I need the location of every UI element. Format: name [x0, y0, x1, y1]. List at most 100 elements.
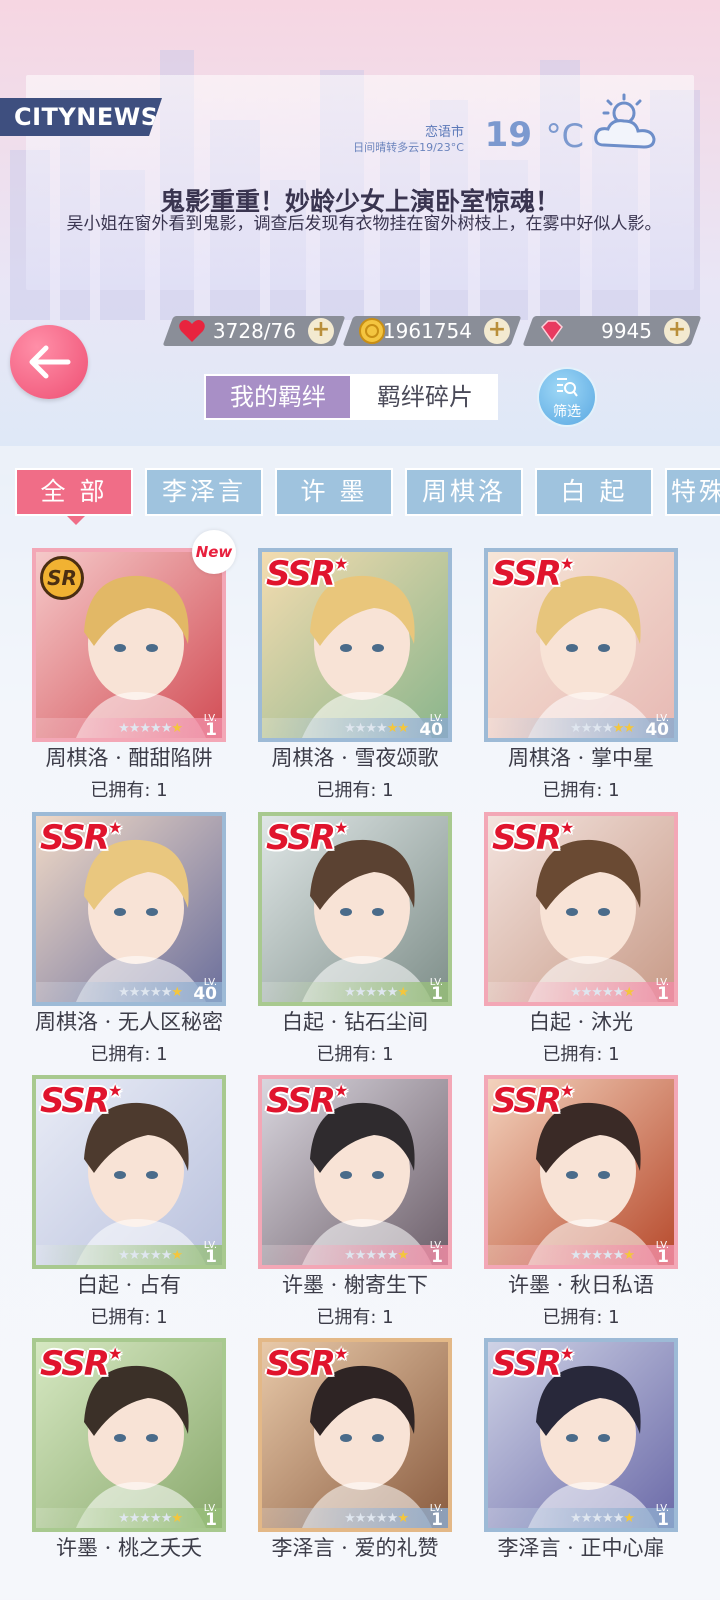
- card-name: 周棋洛 · 无人区秘密: [34, 1010, 224, 1034]
- tab-my-bonds[interactable]: 我的羁绊: [204, 374, 352, 420]
- ssr-label: SSR: [492, 554, 562, 594]
- star-icon: ★: [570, 1511, 582, 1526]
- tab-li-zeyan[interactable]: 李泽言: [145, 468, 263, 516]
- gold-coin-icon: [359, 318, 385, 344]
- star-icon: ★: [559, 818, 574, 837]
- star-icon: ★: [171, 985, 183, 1000]
- ssr-badge: SSR★: [40, 818, 122, 858]
- star-icon: ★: [160, 1248, 173, 1263]
- star-rating: ★★★★★★: [570, 1511, 635, 1526]
- weather-widget: 恋语市 日间晴转多云19/23°C 19 °C: [342, 93, 662, 163]
- character-card[interactable]: SSR★ ★★★★★★ LV. 1: [484, 1075, 678, 1269]
- card-name: 李泽言 · 正中心扉: [497, 1536, 665, 1560]
- star-icon: ★: [128, 985, 141, 1000]
- star-icon: ★: [160, 721, 173, 736]
- star-icon: ★: [376, 1511, 388, 1526]
- star-icon: ★: [376, 985, 388, 1000]
- tab-all[interactable]: 全 部: [15, 468, 133, 525]
- star-rating: ★★★★★★: [344, 1511, 409, 1526]
- star-icon: ★: [386, 721, 399, 736]
- tab-special[interactable]: 特殊: [665, 468, 720, 516]
- owned-count: 已拥有: 1: [90, 1307, 168, 1328]
- star-icon: ★: [118, 721, 130, 736]
- star-icon: ★: [171, 721, 183, 736]
- ssr-label: SSR: [40, 818, 110, 858]
- tab-zhou-qiluo[interactable]: 周棋洛: [405, 468, 523, 516]
- star-icon: ★: [397, 1248, 409, 1263]
- character-card[interactable]: SSR★ ★★★★★★ LV. 1: [258, 812, 452, 1006]
- star-icon: ★: [570, 1248, 582, 1263]
- star-icon: ★: [386, 985, 399, 1000]
- star-icon: ★: [118, 1511, 130, 1526]
- star-icon: ★: [623, 985, 635, 1000]
- character-card[interactable]: SR New ★★★★★★ LV. 1: [32, 530, 236, 742]
- character-card[interactable]: SSR★ ★★★★★★ LV. 1: [32, 1338, 226, 1532]
- star-icon: ★: [107, 1344, 122, 1363]
- star-icon: ★: [591, 1511, 603, 1526]
- character-card[interactable]: SSR★ ★★★★★★ LV. 40: [32, 812, 226, 1006]
- star-icon: ★: [602, 721, 614, 736]
- diamond-value: 9945: [601, 319, 652, 343]
- level-value: 40: [193, 984, 217, 1004]
- stamina-value: 3728/76: [212, 319, 296, 343]
- ssr-label: SSR: [266, 818, 336, 858]
- ssr-label: SSR: [40, 1081, 110, 1121]
- star-icon: ★: [386, 1511, 399, 1526]
- character-card[interactable]: SSR★ ★★★★★★ LV. 1: [258, 1338, 452, 1532]
- star-icon: ★: [107, 818, 122, 837]
- character-card[interactable]: SSR★ ★★★★★★ LV. 1: [32, 1075, 226, 1269]
- gold-counter: 1961754 +: [342, 316, 522, 346]
- star-rating: ★★★★★★: [344, 1248, 409, 1263]
- citynews-banner: CITYNEWS: [0, 98, 162, 136]
- star-rating: ★★★★★★: [118, 721, 183, 736]
- heart-icon: [179, 320, 205, 342]
- active-tab-pointer: [67, 516, 85, 525]
- star-icon: ★: [160, 985, 173, 1000]
- star-icon: ★: [365, 1511, 377, 1526]
- tab-xu-mo[interactable]: 许 墨: [275, 468, 393, 516]
- ssr-label: SSR: [492, 1344, 562, 1384]
- star-icon: ★: [591, 985, 603, 1000]
- add-stamina-button[interactable]: +: [308, 317, 334, 344]
- tab-bond-fragments[interactable]: 羁绊碎片: [352, 374, 498, 420]
- character-card[interactable]: SSR★ ★★★★★★ LV. 1: [484, 812, 678, 1006]
- star-rating: ★★★★★★: [344, 721, 409, 736]
- character-card[interactable]: SSR★ ★★★★★★ LV. 1: [484, 1338, 678, 1532]
- tab-bai-qi[interactable]: 白 起: [535, 468, 653, 516]
- star-icon: ★: [160, 1511, 173, 1526]
- star-icon: ★: [150, 985, 162, 1000]
- character-card[interactable]: SSR★ ★★★★★★ LV. 40: [484, 548, 678, 742]
- level-value: 1: [657, 1510, 669, 1530]
- character-card[interactable]: SSR★ ★★★★★★ LV. 1: [258, 1075, 452, 1269]
- star-icon: ★: [128, 1511, 141, 1526]
- diamond-icon: [541, 320, 563, 343]
- ssr-label: SSR: [266, 554, 336, 594]
- filter-button[interactable]: 筛选: [537, 367, 597, 427]
- news-summary: 吴小姐在窗外看到鬼影，调查后发现有衣物挂在窗外树枝上，在雾中好似人影。: [66, 214, 662, 234]
- star-icon: ★: [139, 1511, 151, 1526]
- level-value: 1: [205, 720, 217, 740]
- star-icon: ★: [354, 1248, 367, 1263]
- star-icon: ★: [623, 1511, 635, 1526]
- tab-all-label: 全 部: [40, 477, 108, 506]
- ssr-label: SSR: [492, 818, 562, 858]
- star-icon: ★: [559, 554, 574, 573]
- level-value: 40: [645, 720, 669, 740]
- star-rating: ★★★★★★: [344, 985, 409, 1000]
- stamina-counter: 3728/76 +: [162, 316, 346, 346]
- owned-count: 已拥有: 1: [90, 780, 168, 801]
- star-icon: ★: [150, 1511, 162, 1526]
- add-gold-button[interactable]: +: [484, 317, 510, 344]
- ssr-badge: SSR★: [266, 554, 348, 594]
- star-icon: ★: [580, 721, 593, 736]
- add-diamond-button[interactable]: +: [664, 317, 690, 344]
- back-button[interactable]: [10, 325, 88, 399]
- card-name: 周棋洛 · 掌中星: [507, 746, 655, 770]
- character-card[interactable]: SSR★ ★★★★★★ LV. 40: [258, 548, 452, 742]
- star-icon: ★: [333, 818, 348, 837]
- star-icon: ★: [623, 1248, 635, 1263]
- star-icon: ★: [612, 1511, 625, 1526]
- card-name: 周棋洛 · 酣甜陷阱: [45, 746, 213, 770]
- star-icon: ★: [344, 1248, 356, 1263]
- star-icon: ★: [580, 1511, 593, 1526]
